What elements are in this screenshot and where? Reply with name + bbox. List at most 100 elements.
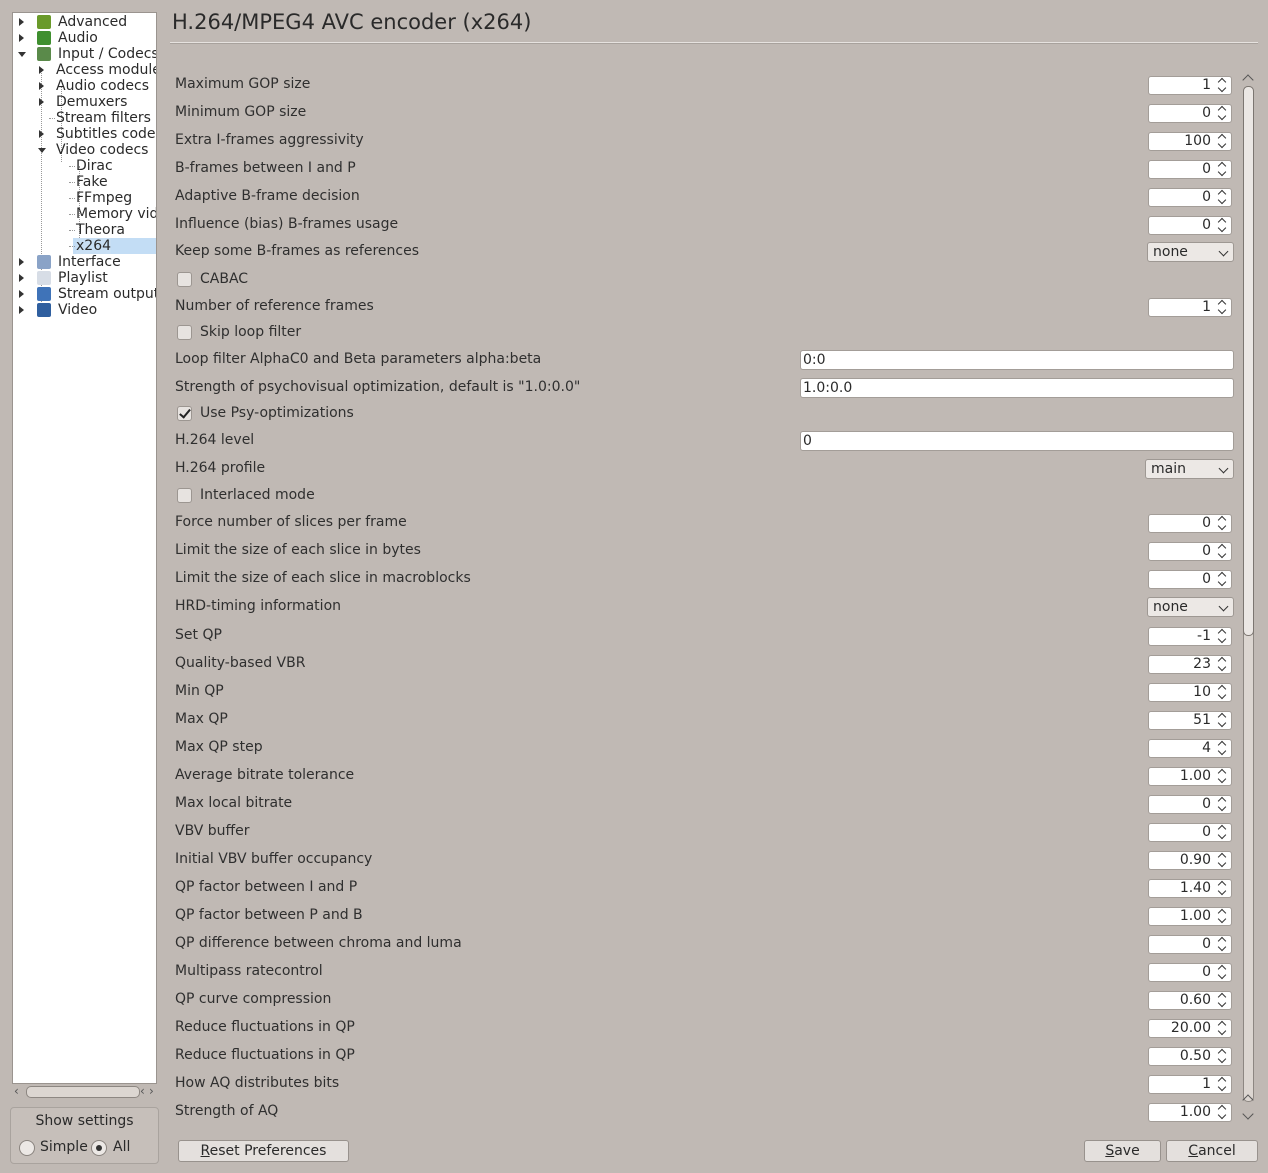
spinbox[interactable]: 0 [1148, 542, 1232, 561]
checkbox-skip-loop-filter[interactable] [177, 325, 192, 340]
expand-arrow-icon[interactable] [38, 98, 46, 106]
dropdown[interactable]: none [1147, 242, 1234, 262]
spin-arrows-icon[interactable] [1217, 825, 1229, 840]
spinbox-value[interactable]: 0 [1202, 161, 1211, 178]
tree-item-fake[interactable]: Fake [13, 174, 156, 190]
spinbox-value[interactable]: -1 [1197, 628, 1211, 645]
checkbox-label[interactable]: Use Psy-optimizations [200, 405, 354, 421]
spin-arrows-icon[interactable] [1217, 853, 1229, 868]
tree-item-subtitles-codecs[interactable]: Subtitles codecs [13, 126, 156, 142]
spin-arrows-icon[interactable] [1217, 797, 1229, 812]
spin-arrows-icon[interactable] [1217, 629, 1229, 644]
text-input[interactable]: 0:0 [800, 350, 1234, 370]
expand-arrow-icon[interactable] [18, 258, 26, 266]
spinbox[interactable]: 0.90 [1148, 851, 1232, 870]
spinbox-value[interactable]: 0 [1202, 543, 1211, 560]
spinbox[interactable]: 100 [1148, 132, 1232, 151]
tree-horizontal-scrollbar[interactable]: ‹ ‹ › [12, 1084, 155, 1100]
expand-arrow-icon[interactable] [38, 66, 46, 74]
spin-arrows-icon[interactable] [1217, 134, 1229, 149]
expand-arrow-icon[interactable] [38, 82, 46, 90]
tree-item-audio[interactable]: Audio [13, 30, 156, 46]
spinbox[interactable]: 0 [1148, 216, 1232, 235]
text-input-value[interactable]: 0 [803, 432, 812, 450]
spinbox[interactable]: 0 [1148, 823, 1232, 842]
tree-item-x264[interactable]: x264 [13, 238, 156, 254]
spin-arrows-icon[interactable] [1217, 1021, 1229, 1036]
spin-arrows-icon[interactable] [1217, 657, 1229, 672]
spin-arrows-icon[interactable] [1217, 516, 1229, 531]
expand-arrow-icon[interactable] [18, 290, 26, 298]
cancel-button[interactable]: Cancel [1166, 1140, 1258, 1162]
spinbox-value[interactable]: 20.00 [1171, 1020, 1211, 1037]
spin-arrows-icon[interactable] [1217, 300, 1229, 315]
spinbox[interactable]: 1 [1148, 76, 1232, 95]
text-input-value[interactable]: 1.0:0.0 [803, 379, 852, 397]
spinbox-value[interactable]: 1.40 [1180, 880, 1211, 897]
spinbox[interactable]: 10 [1148, 683, 1232, 702]
expand-arrow-icon[interactable] [18, 18, 26, 26]
tree-item-stream-output[interactable]: Stream output [13, 286, 156, 302]
spin-arrows-icon[interactable] [1217, 544, 1229, 559]
spinbox-value[interactable]: 1.00 [1180, 908, 1211, 925]
spinbox[interactable]: 0.50 [1148, 1047, 1232, 1066]
scroll-left-icon-2[interactable]: ‹ [140, 1084, 145, 1098]
spin-arrows-icon[interactable] [1217, 162, 1229, 177]
tree-item-stream-filters[interactable]: Stream filters [13, 110, 156, 126]
spinbox-value[interactable]: 0 [1202, 796, 1211, 813]
simple-radio[interactable] [19, 1140, 35, 1156]
preferences-tree[interactable]: Advanced Audio Input / Codecs Access module… [12, 12, 157, 1084]
tree-item-audio-codecs[interactable]: Audio codecs [13, 78, 156, 94]
checkbox-label[interactable]: Interlaced mode [200, 487, 315, 503]
tree-scroll-thumb[interactable] [26, 1086, 140, 1098]
spinbox[interactable]: 1.00 [1148, 907, 1232, 926]
spinbox[interactable]: 1 [1148, 298, 1232, 317]
spinbox-value[interactable]: 1 [1202, 299, 1211, 316]
spin-arrows-icon[interactable] [1217, 741, 1229, 756]
spinbox-value[interactable]: 0 [1202, 964, 1211, 981]
scroll-left-icon[interactable]: ‹ [14, 1084, 19, 1098]
spinbox-value[interactable]: 0 [1202, 105, 1211, 122]
spin-arrows-icon[interactable] [1217, 993, 1229, 1008]
tree-item-input-codecs[interactable]: Input / Codecs [13, 46, 156, 62]
checkbox-label[interactable]: CABAC [200, 271, 248, 287]
scroll-right-icon[interactable]: › [149, 1084, 154, 1098]
spinbox-value[interactable]: 1.00 [1180, 768, 1211, 785]
tree-item-playlist[interactable]: Playlist [13, 270, 156, 286]
spin-arrows-icon[interactable] [1217, 769, 1229, 784]
spinbox-value[interactable]: 0.50 [1180, 1048, 1211, 1065]
scroll-up-icon[interactable] [1242, 74, 1254, 86]
spinbox-value[interactable]: 10 [1193, 684, 1211, 701]
spinbox-value[interactable]: 1.00 [1180, 1104, 1211, 1121]
spin-arrows-icon[interactable] [1217, 965, 1229, 980]
all-radio[interactable] [91, 1140, 107, 1156]
tree-item-ffmpeg[interactable]: FFmpeg [13, 190, 156, 206]
spinbox-value[interactable]: 0 [1202, 189, 1211, 206]
spinbox[interactable]: 23 [1148, 655, 1232, 674]
spinbox[interactable]: 51 [1148, 711, 1232, 730]
spin-arrows-icon[interactable] [1217, 909, 1229, 924]
tree-item-advanced[interactable]: Advanced [13, 14, 156, 30]
spinbox[interactable]: 0 [1148, 963, 1232, 982]
reset-preferences-button[interactable]: Reset Preferences [178, 1140, 349, 1162]
dropdown[interactable]: main [1145, 459, 1234, 479]
spin-arrows-icon[interactable] [1217, 190, 1229, 205]
spinbox-value[interactable]: 100 [1184, 133, 1211, 150]
spin-arrows-icon[interactable] [1217, 1077, 1229, 1092]
expand-arrow-icon[interactable] [38, 130, 46, 138]
spin-arrows-icon[interactable] [1217, 881, 1229, 896]
spinbox[interactable]: 0 [1148, 104, 1232, 123]
tree-item-demuxers[interactable]: Demuxers [13, 94, 156, 110]
spinbox[interactable]: 0 [1148, 935, 1232, 954]
expand-arrow-icon[interactable] [18, 306, 26, 314]
spinbox-value[interactable]: 0 [1202, 217, 1211, 234]
spin-arrows-icon[interactable] [1217, 685, 1229, 700]
save-button[interactable]: Save [1084, 1140, 1161, 1162]
spinbox[interactable]: 0 [1148, 160, 1232, 179]
checkbox-label[interactable]: Skip loop filter [200, 324, 301, 340]
scroll-thumb[interactable] [1243, 86, 1254, 636]
spin-arrows-icon[interactable] [1217, 1105, 1229, 1120]
spin-arrows-icon[interactable] [1217, 713, 1229, 728]
tree-item-dirac[interactable]: Dirac [13, 158, 156, 174]
collapse-arrow-icon[interactable] [18, 50, 26, 58]
